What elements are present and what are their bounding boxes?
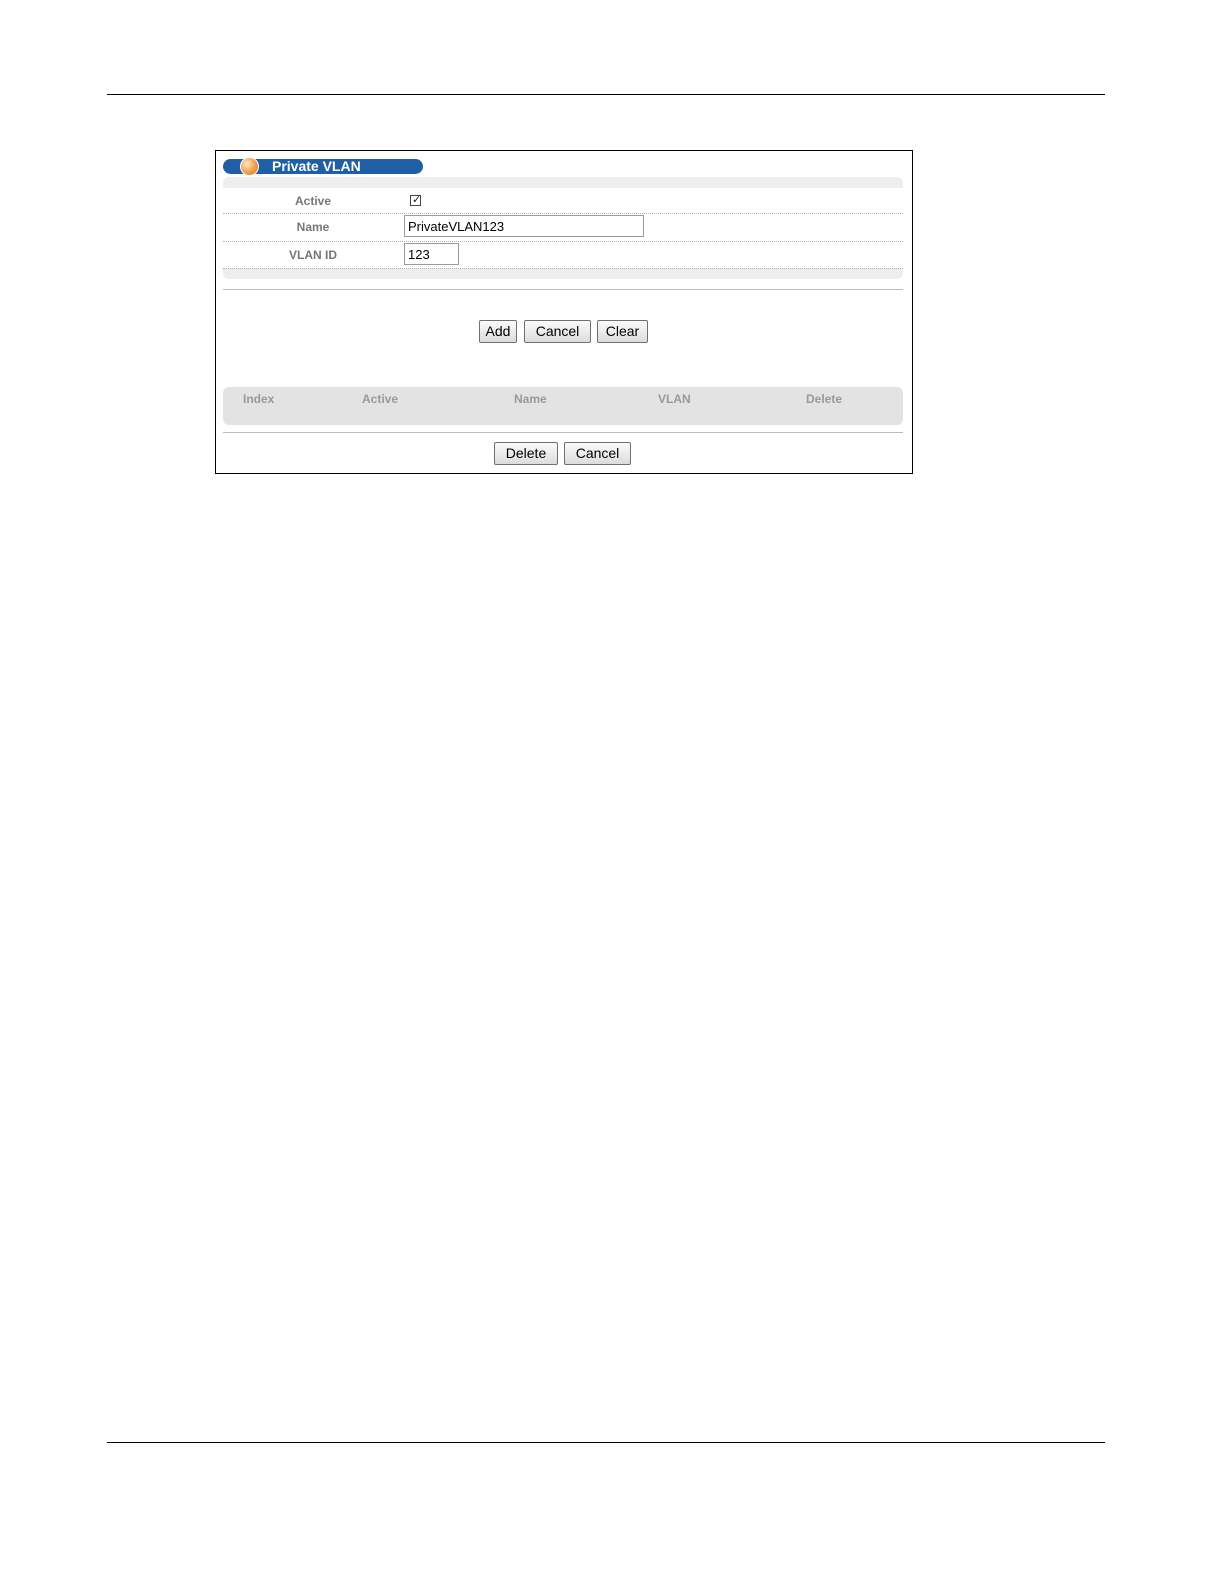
column-delete: Delete	[806, 392, 843, 406]
table-divider	[223, 432, 903, 433]
vlan-id-label: VLAN ID	[289, 248, 337, 262]
vlan-id-row: VLAN ID	[223, 242, 903, 269]
settings-panel: Active ✓ Name VLAN ID	[223, 177, 903, 279]
settings-form: Active ✓ Name VLAN ID	[223, 188, 903, 269]
panel-title-bar: Private VLAN	[223, 157, 423, 176]
name-label: Name	[296, 220, 330, 234]
clear-button[interactable]: Clear	[597, 320, 648, 343]
active-label: Active	[294, 194, 332, 208]
vlan-id-input[interactable]	[404, 243, 459, 265]
private-vlan-screen: Private VLAN Active ✓ Name VLAN ID Add C…	[215, 150, 913, 474]
active-checkbox[interactable]: ✓	[410, 193, 422, 206]
page-top-rule	[107, 94, 1105, 95]
page-bottom-rule	[107, 1442, 1105, 1443]
delete-button[interactable]: Delete	[494, 442, 558, 465]
active-row: Active ✓	[223, 188, 903, 214]
panel-title: Private VLAN	[272, 158, 361, 174]
column-vlan: VLAN	[658, 392, 691, 406]
add-button[interactable]: Add	[479, 320, 517, 343]
name-row: Name	[223, 214, 903, 242]
column-name: Name	[514, 392, 547, 406]
name-input[interactable]	[404, 215, 644, 237]
column-index: Index	[243, 392, 275, 406]
vlan-table-header: Index Active Name VLAN Delete	[223, 387, 903, 425]
cancel-button[interactable]: Cancel	[524, 320, 591, 343]
section-divider	[223, 289, 903, 290]
column-active: Active	[362, 392, 399, 406]
checkmark-icon: ✓	[412, 193, 422, 206]
orb-icon	[240, 157, 259, 176]
table-cancel-button[interactable]: Cancel	[564, 442, 631, 465]
